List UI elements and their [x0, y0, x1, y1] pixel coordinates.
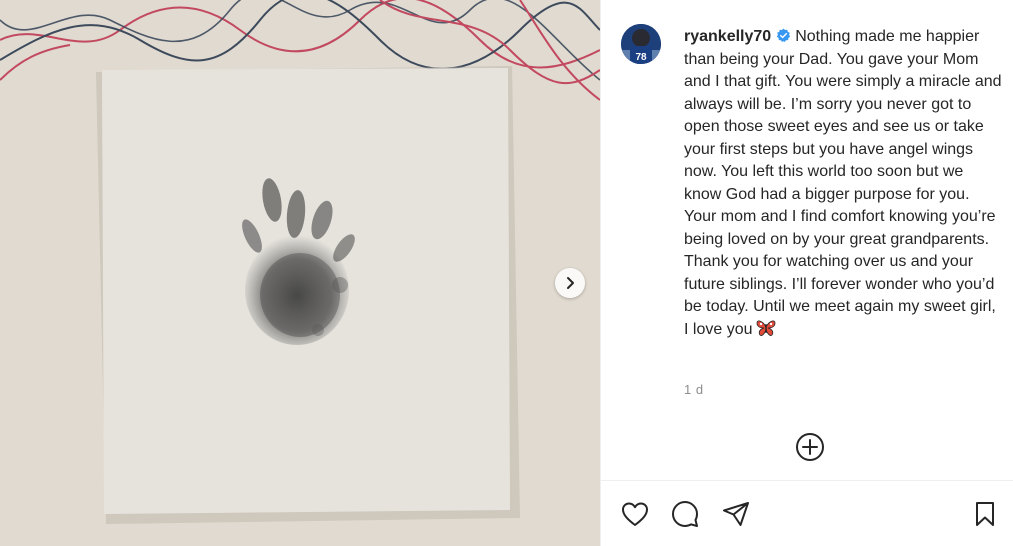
plus-circle-icon — [796, 433, 824, 461]
post-media — [0, 0, 600, 546]
post-caption: ryankelly70 Nothing made me happier than … — [684, 26, 1004, 341]
like-button[interactable] — [619, 498, 651, 530]
chevron-right-icon — [567, 277, 574, 289]
username-link[interactable]: ryankelly70 — [684, 28, 771, 45]
add-comment-button[interactable] — [794, 431, 826, 463]
share-button[interactable] — [720, 498, 752, 530]
action-bar — [601, 480, 1013, 546]
profile-photo: 78 — [621, 24, 661, 64]
heart-icon — [622, 502, 648, 526]
save-button[interactable] — [969, 498, 1001, 530]
handprint-photo — [0, 0, 600, 546]
verified-badge-icon — [777, 28, 791, 42]
paper-plane-icon — [723, 502, 749, 526]
comment-bubble-icon — [672, 501, 698, 527]
jersey-number: 78 — [635, 52, 647, 63]
avatar[interactable]: 78 — [621, 24, 661, 64]
post-timestamp: 1 d — [684, 382, 704, 397]
caption-text: Nothing made me happier than being your … — [684, 28, 1002, 338]
bookmark-icon — [976, 502, 994, 526]
butterfly-emoji — [757, 320, 776, 336]
post-side-panel: 78 ryankelly70 Nothing made me happier th… — [600, 0, 1013, 546]
comment-button[interactable] — [669, 498, 701, 530]
next-image-button[interactable] — [555, 268, 585, 298]
